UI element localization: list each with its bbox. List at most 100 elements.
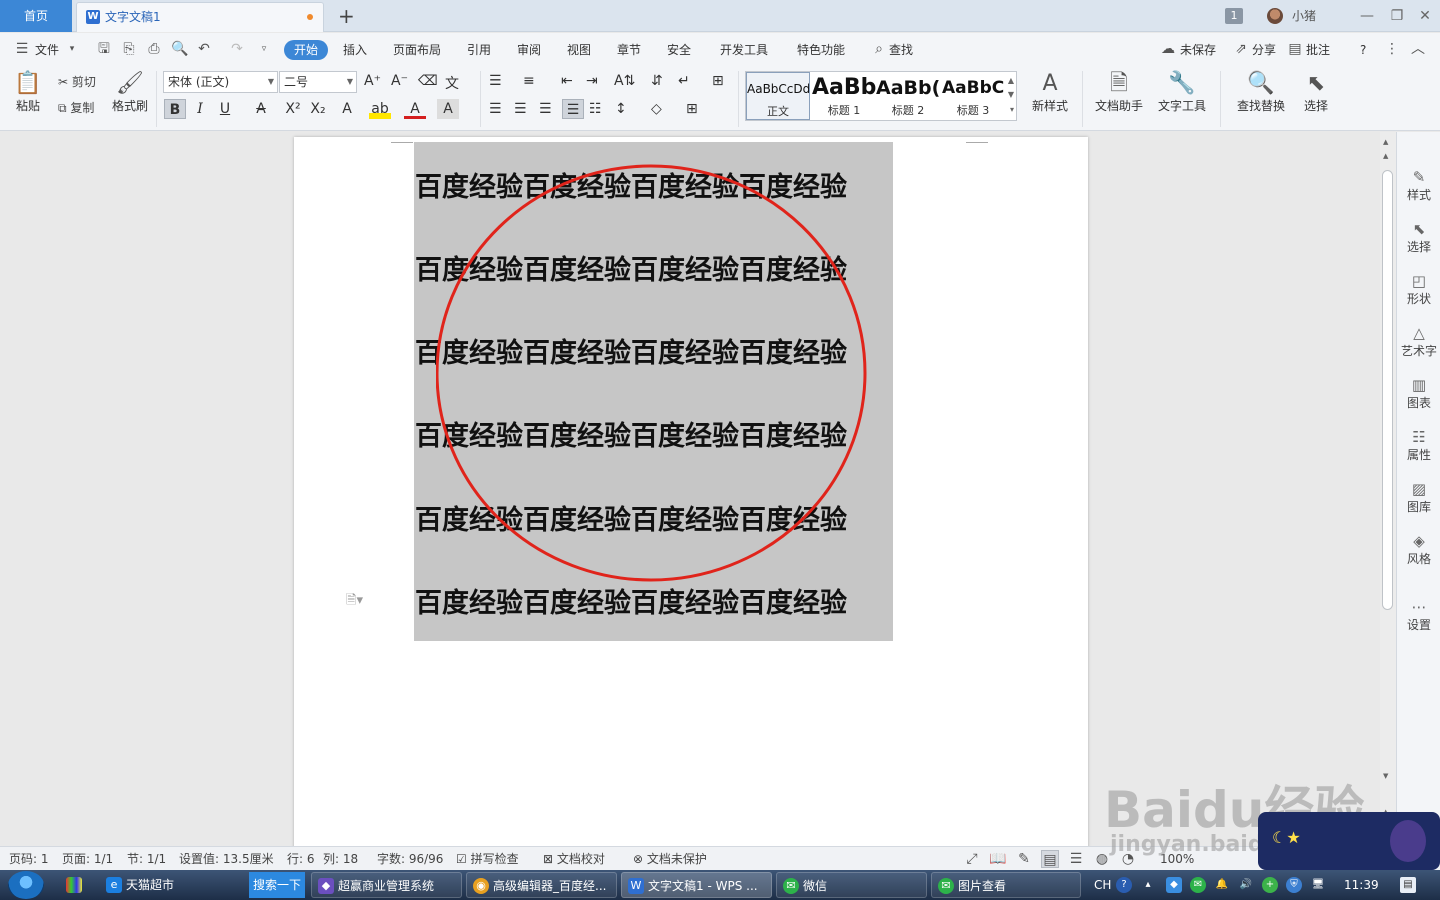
text-tools-button[interactable]: 🔧 文字工具 <box>1153 71 1211 114</box>
taskbar-image-viewer[interactable]: ✉ 图片查看 <box>931 872 1081 898</box>
comment-icon[interactable]: ▤ <box>1287 41 1303 57</box>
prev-page-icon[interactable]: ▲ <box>1383 808 1388 816</box>
shield-icon[interactable]: ⛨ <box>1286 877 1302 893</box>
export-icon[interactable]: ⎘ <box>121 41 137 57</box>
align-right-icon[interactable]: ☰ <box>539 101 552 117</box>
avatar[interactable] <box>1267 8 1283 24</box>
panel-wordart[interactable]: △ 艺术字 <box>1397 324 1440 359</box>
menu-view[interactable]: 视图 <box>567 40 591 60</box>
text-direction-icon[interactable]: A⇅ <box>614 73 635 89</box>
menu-review[interactable]: 审阅 <box>517 40 541 60</box>
numbered-list-icon[interactable]: ≡ <box>523 73 535 89</box>
chevron-down-icon[interactable]: ▾ <box>64 41 80 57</box>
menu-file[interactable]: 文件 <box>35 40 59 60</box>
highlight-icon[interactable]: ab <box>369 99 391 119</box>
doc-helper-button[interactable]: 🗎 文档助手 <box>1093 71 1145 114</box>
format-painter-button[interactable]: 🖌 格式刷 <box>109 71 151 114</box>
paste-button[interactable]: 📋 粘贴 <box>10 71 46 114</box>
border-icon[interactable]: ⊞ <box>686 101 698 117</box>
share-icon[interactable]: ⇗ <box>1233 41 1249 57</box>
find-replace-button[interactable]: 🔍 查找替换 <box>1232 71 1290 114</box>
fullscreen-icon[interactable]: ⤢ <box>963 850 981 868</box>
tab-home[interactable]: 首页 <box>0 0 72 32</box>
scroll-down-icon[interactable]: ▼ <box>1383 772 1388 780</box>
strikethrough-icon[interactable]: A <box>250 99 272 119</box>
close-icon[interactable]: ✕ <box>1410 0 1440 32</box>
increase-font-icon[interactable]: A⁺ <box>364 73 381 89</box>
volume-icon[interactable]: 🔊 <box>1238 877 1254 893</box>
restore-icon[interactable]: ❐ <box>1382 0 1412 32</box>
justify-icon[interactable]: ☰ <box>562 99 584 119</box>
menu-features[interactable]: 特色功能 <box>797 40 845 60</box>
line-spacing-icon[interactable]: ↕ <box>615 101 627 117</box>
panel-settings[interactable]: ⋯ 设置 <box>1397 598 1440 633</box>
redo-icon[interactable]: ↷ <box>229 41 245 57</box>
notification-icon[interactable]: ▤ <box>1400 877 1416 893</box>
status-col[interactable]: 列: 18 <box>323 851 358 867</box>
tray-arrow-icon[interactable]: ▴ <box>1140 877 1156 893</box>
user-name[interactable]: 小猪 <box>1292 0 1316 32</box>
spell-check-button[interactable]: ☑ 拼写检查 <box>456 851 519 867</box>
italic-icon[interactable]: I <box>189 99 211 119</box>
menu-references[interactable]: 引用 <box>467 40 491 60</box>
superscript-icon[interactable]: X² <box>282 99 304 119</box>
taskbar-wechat[interactable]: ✉ 微信 <box>776 872 927 898</box>
panel-theme[interactable]: ◈ 风格 <box>1397 532 1440 567</box>
bold-icon[interactable]: B <box>164 99 186 119</box>
hamburger-icon[interactable]: ☰ <box>14 41 30 57</box>
more-icon[interactable]: ⋮ <box>1384 41 1400 57</box>
status-page-code[interactable]: 页码: 1 <box>9 851 49 867</box>
shading-icon[interactable]: ◇ <box>651 101 662 117</box>
new-tab-button[interactable]: + <box>338 4 355 28</box>
wechat-tray-icon[interactable]: ✉ <box>1190 877 1206 893</box>
search-icon[interactable]: ⌕ <box>871 41 887 57</box>
customize-toolbar-icon[interactable]: ▿ <box>256 41 272 57</box>
style-normal[interactable]: AaBbCcDd 正文 <box>746 72 810 120</box>
clear-format-icon[interactable]: ⌫ <box>418 73 438 89</box>
cloud-icon[interactable]: ☁ <box>1160 41 1176 57</box>
cut-button[interactable]: ✂ 剪切 <box>58 74 96 90</box>
sort-icon[interactable]: ⇵ <box>651 73 663 89</box>
print-icon[interactable]: ⎙ <box>146 41 162 57</box>
align-center-icon[interactable]: ☰ <box>514 101 527 117</box>
status-setting[interactable]: 设置值: 13.5厘米 <box>179 851 274 867</box>
style-scroll-down-icon[interactable]: ▼ <box>1008 90 1014 99</box>
bell-icon[interactable]: 🔔 <box>1214 877 1230 893</box>
menu-page-layout[interactable]: 页面布局 <box>393 40 441 60</box>
status-page[interactable]: 页面: 1/1 <box>62 851 113 867</box>
minimize-icon[interactable]: — <box>1352 0 1382 32</box>
text-effect-icon[interactable]: A <box>336 99 358 119</box>
doc-protect-button[interactable]: ⊗ 文档未保护 <box>633 851 707 867</box>
menu-search[interactable]: 查找 <box>889 40 913 60</box>
style-heading-1[interactable]: AaBb 标题 1 <box>812 72 876 120</box>
zoom-level[interactable]: 100% <box>1160 851 1194 867</box>
panel-select[interactable]: ⬉ 选择 <box>1397 220 1440 255</box>
menu-start[interactable]: 开始 <box>284 40 329 60</box>
write-mode-icon[interactable]: ✎ <box>1015 850 1033 868</box>
style-scroll-up-icon[interactable]: ▲ <box>1008 76 1014 85</box>
page-view-icon[interactable]: ▤ <box>1041 850 1059 868</box>
tab-document[interactable]: W 文字文稿1 <box>76 2 324 32</box>
comment-button[interactable]: 批注 <box>1306 40 1330 60</box>
window-count-badge[interactable]: 1 <box>1225 8 1243 24</box>
scrollbar-thumb[interactable] <box>1382 170 1393 610</box>
align-left-icon[interactable]: ☰ <box>489 101 502 117</box>
menu-developer[interactable]: 开发工具 <box>720 40 768 60</box>
print-preview-icon[interactable]: 🔍 <box>171 41 188 57</box>
copy-button[interactable]: ⧉ 复制 <box>58 100 94 116</box>
select-button[interactable]: ⬉ 选择 <box>1298 71 1334 114</box>
help-tray-icon[interactable]: ? <box>1116 877 1132 893</box>
paragraph-options-icon[interactable]: 🗎▾ <box>346 591 363 613</box>
unsaved-status[interactable]: 未保存 <box>1180 40 1216 60</box>
style-heading-3[interactable]: AaBbC 标题 3 <box>942 72 1004 120</box>
app-launcher-icon[interactable] <box>66 877 82 893</box>
status-section[interactable]: 节: 1/1 <box>127 851 166 867</box>
panel-style[interactable]: ✎ 样式 <box>1397 168 1440 203</box>
show-marks-icon[interactable]: ↵ <box>678 73 690 89</box>
status-row[interactable]: 行: 6 <box>287 851 315 867</box>
network-icon[interactable]: 🖥 <box>1310 877 1326 893</box>
decrease-indent-icon[interactable]: ⇤ <box>561 73 573 89</box>
distribute-icon[interactable]: ☷ <box>589 101 602 117</box>
taskbar-wps[interactable]: W 文字文稿1 - WPS ... <box>621 872 772 898</box>
increase-indent-icon[interactable]: ⇥ <box>586 73 598 89</box>
